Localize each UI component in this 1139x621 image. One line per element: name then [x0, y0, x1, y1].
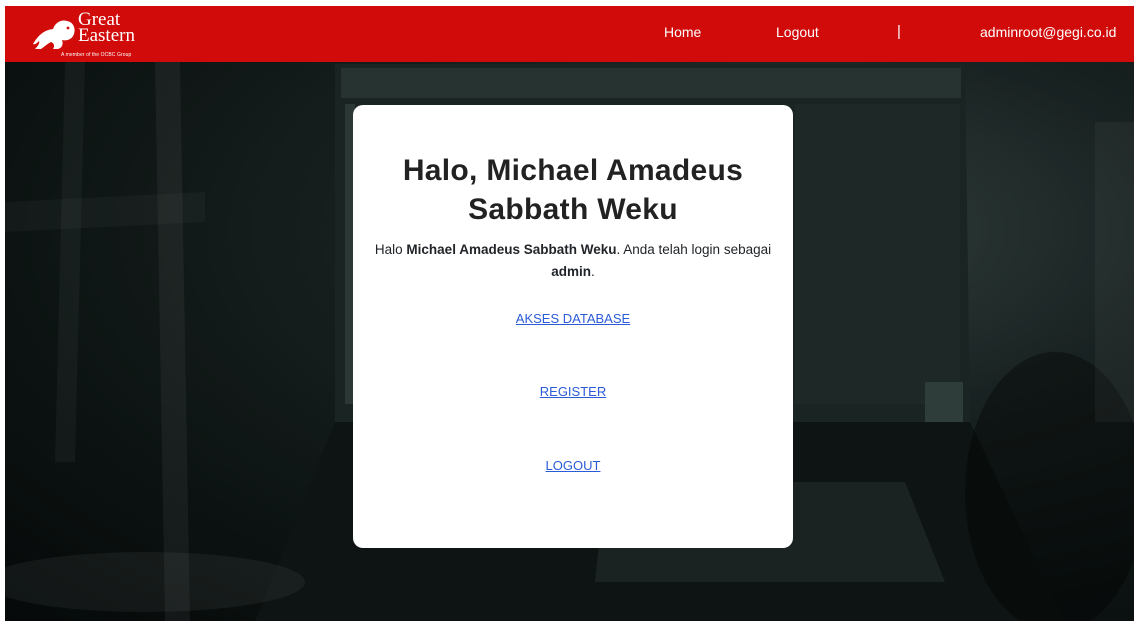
greeting-prefix: Halo — [374, 242, 403, 257]
nav-separator: | — [897, 23, 901, 40]
nav-logout-link[interactable]: Logout — [776, 24, 819, 40]
navbar: Great Eastern A member of the OCBC Group… — [5, 6, 1134, 62]
page-frame: Great Eastern A member of the OCBC Group… — [5, 6, 1134, 621]
nav-home-link[interactable]: Home — [664, 24, 701, 40]
brand-name: Great Eastern — [78, 10, 135, 46]
lion-icon — [33, 20, 75, 49]
brand-tagline: A member of the OCBC Group — [61, 52, 132, 58]
great-eastern-logo[interactable]: Great Eastern A member of the OCBC Group — [31, 10, 171, 58]
welcome-title: Halo, Michael Amadeus Sabbath Weku — [402, 154, 744, 226]
greeting-text: Halo Michael Amadeus Sabbath Weku. Anda … — [353, 239, 793, 283]
logout-link[interactable]: LOGOUT — [353, 458, 793, 473]
user-name: Michael Amadeus Sabbath Weku — [406, 242, 617, 257]
greeting-suffix: . — [591, 264, 595, 279]
register-link[interactable]: REGISTER — [353, 384, 793, 399]
greeting-middle: . Anda telah login sebagai — [616, 242, 772, 257]
nav-user-email[interactable]: adminroot@gegi.co.id — [980, 24, 1116, 40]
welcome-card: Halo, Michael Amadeus Sabbath Weku Halo … — [353, 105, 793, 548]
user-role: admin — [551, 264, 591, 279]
brand-line-2: Eastern — [78, 25, 135, 46]
access-database-link[interactable]: AKSES DATABASE — [353, 311, 793, 326]
